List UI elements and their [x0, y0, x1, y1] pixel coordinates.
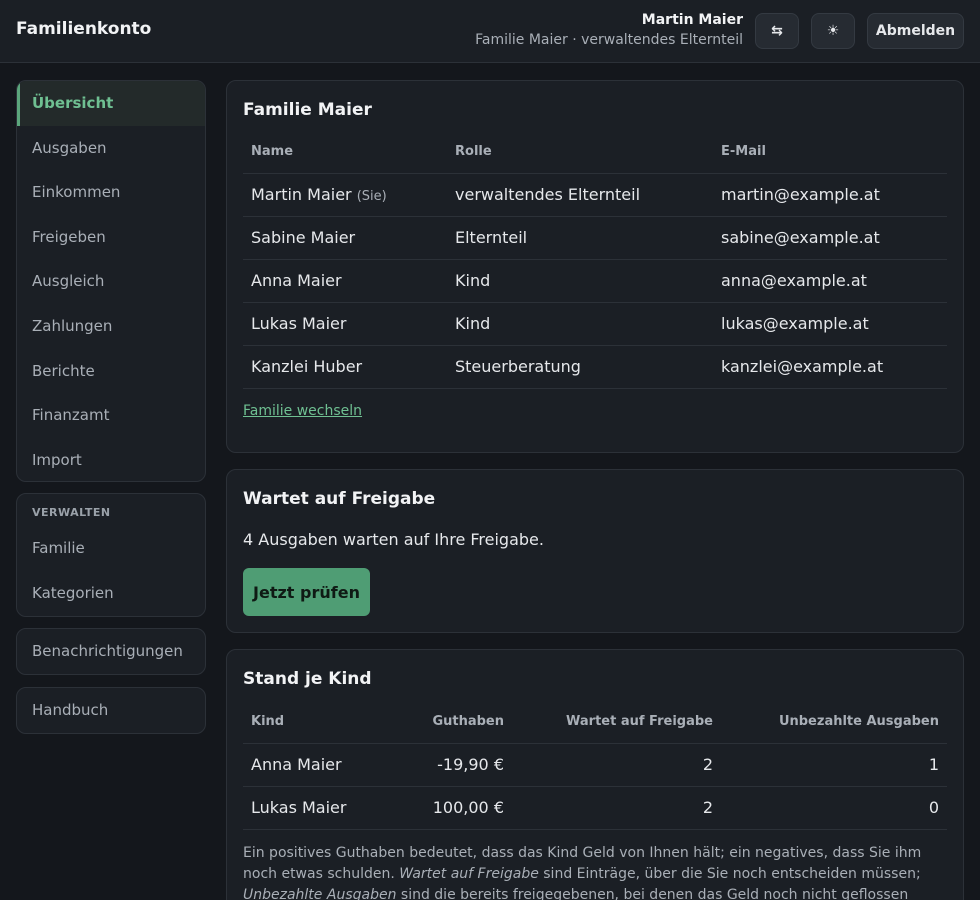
kids-balance-table: Kind Guthaben Wartet auf Freigabe Unbeza…	[243, 701, 947, 830]
switch-family-button[interactable]: ⇆	[755, 13, 799, 49]
sidebar-item-ausgleich[interactable]: Ausgleich	[17, 259, 205, 304]
sidebar-item-import[interactable]: Import	[17, 438, 205, 481]
kid-unpaid-count: 0	[721, 786, 947, 830]
sidebar-item-freigeben[interactable]: Freigeben	[17, 215, 205, 260]
sidebar-item-berichte[interactable]: Berichte	[17, 349, 205, 394]
kid-name: Anna Maier	[243, 743, 398, 787]
kid-pending-count: 2	[512, 786, 721, 830]
family-members-table: Name Rolle E-Mail Martin Maier (Sie) ver…	[243, 131, 947, 389]
column-header-role: Rolle	[447, 131, 713, 174]
sidebar-notifications-box: Benachrichtigungen	[16, 628, 206, 675]
sidebar-item-kategorien[interactable]: Kategorien	[17, 571, 205, 616]
member-email: martin@example.at	[713, 173, 947, 217]
sidebar-section-heading: VERWALTEN	[32, 506, 111, 519]
member-email: sabine@example.at	[713, 216, 947, 260]
approval-summary: 4 Ausgaben warten auf Ihre Freigabe.	[243, 530, 544, 549]
sidebar-main-nav: Übersicht Ausgaben Einkommen Freigeben A…	[16, 80, 206, 482]
column-header-guthaben: Guthaben	[398, 701, 512, 744]
column-header-kind: Kind	[243, 701, 398, 744]
member-role: Elternteil	[447, 216, 713, 260]
sidebar-item-benachrichtigungen[interactable]: Benachrichtigungen	[17, 629, 205, 674]
column-header-email: E-Mail	[713, 131, 947, 174]
theme-toggle-button[interactable]: ☀	[811, 13, 855, 49]
kid-balance: 100,00 €	[398, 786, 512, 830]
sidebar-item-finanzamt[interactable]: Finanzamt	[17, 393, 205, 438]
table-header-row: Kind Guthaben Wartet auf Freigabe Unbeza…	[243, 701, 947, 744]
approval-card: Wartet auf Freigabe 4 Ausgaben warten au…	[226, 469, 964, 633]
table-row: Lukas Maier Kind lukas@example.at	[243, 302, 947, 346]
sidebar-item-uebersicht[interactable]: Übersicht	[17, 81, 205, 126]
column-header-wartet: Wartet auf Freigabe	[512, 701, 721, 744]
kids-balance-card: Stand je Kind Kind Guthaben Wartet auf F…	[226, 649, 964, 900]
table-row: Sabine Maier Elternteil sabine@example.a…	[243, 216, 947, 260]
column-header-unbezahlt: Unbezahlte Ausgaben	[721, 701, 947, 744]
member-name: Lukas Maier	[243, 302, 447, 346]
user-context: Familie Maier · verwaltendes Elternteil	[475, 32, 743, 48]
top-bar: Familienkonto Martin Maier Familie Maier…	[0, 0, 980, 63]
user-info: Martin Maier Familie Maier · verwaltende…	[475, 11, 743, 51]
approval-card-title: Wartet auf Freigabe	[243, 489, 436, 509]
note-text-2: sind Einträge, über die Sie noch entsche…	[538, 866, 921, 882]
member-role: Kind	[447, 302, 713, 346]
kid-pending-count: 2	[512, 743, 721, 787]
kid-unpaid-count: 1	[721, 743, 947, 787]
swap-arrows-icon: ⇆	[771, 23, 783, 39]
member-name: Sabine Maier	[243, 216, 447, 260]
review-now-button[interactable]: Jetzt prüfen	[243, 568, 370, 616]
table-header-row: Name Rolle E-Mail	[243, 131, 947, 174]
sidebar-admin-nav: VERWALTEN Familie Kategorien	[16, 493, 206, 617]
switch-family-link[interactable]: Familie wechseln	[243, 403, 362, 419]
member-email: kanzlei@example.at	[713, 345, 947, 389]
member-name: Anna Maier	[243, 259, 447, 303]
logout-button[interactable]: Abmelden	[867, 13, 964, 49]
member-role: Steuerberatung	[447, 345, 713, 389]
sun-icon: ☀	[826, 23, 840, 39]
table-row: Anna Maier Kind anna@example.at	[243, 259, 947, 303]
table-row: Anna Maier -19,90 € 2 1	[243, 743, 947, 787]
table-row: Kanzlei Huber Steuerberatung kanzlei@exa…	[243, 345, 947, 389]
app-brand[interactable]: Familienkonto	[16, 19, 151, 39]
note-emphasis-unpaid: Unbezahlte Ausgaben	[243, 887, 397, 900]
sidebar-item-zahlungen[interactable]: Zahlungen	[17, 304, 205, 349]
table-row: Lukas Maier 100,00 € 2 0	[243, 786, 947, 830]
sidebar-item-handbuch[interactable]: Handbuch	[17, 688, 205, 733]
sidebar-item-einkommen[interactable]: Einkommen	[17, 170, 205, 215]
self-tag: (Sie)	[356, 189, 387, 204]
member-email: lukas@example.at	[713, 302, 947, 346]
user-name: Martin Maier	[641, 12, 743, 28]
sidebar-item-ausgaben[interactable]: Ausgaben	[17, 126, 205, 171]
table-row: Martin Maier (Sie) verwaltendes Elternte…	[243, 173, 947, 217]
kids-card-title: Stand je Kind	[243, 669, 372, 689]
member-name: Martin Maier	[251, 185, 352, 204]
member-email: anna@example.at	[713, 259, 947, 303]
member-name: Kanzlei Huber	[243, 345, 447, 389]
kid-balance: -19,90 €	[398, 743, 512, 787]
column-header-name: Name	[243, 131, 447, 174]
family-card: Familie Maier Name Rolle E-Mail Martin M…	[226, 80, 964, 453]
sidebar-handbook-box: Handbuch	[16, 687, 206, 734]
kid-name: Lukas Maier	[243, 786, 398, 830]
note-emphasis-pending: Wartet auf Freigabe	[399, 866, 539, 882]
member-role: verwaltendes Elternteil	[447, 173, 713, 217]
sidebar-item-familie[interactable]: Familie	[17, 526, 205, 571]
member-role: Kind	[447, 259, 713, 303]
balance-explanation: Ein positives Guthaben bedeutet, dass da…	[243, 843, 923, 900]
member-name-cell: Martin Maier (Sie)	[243, 173, 447, 217]
family-card-title: Familie Maier	[243, 100, 372, 120]
